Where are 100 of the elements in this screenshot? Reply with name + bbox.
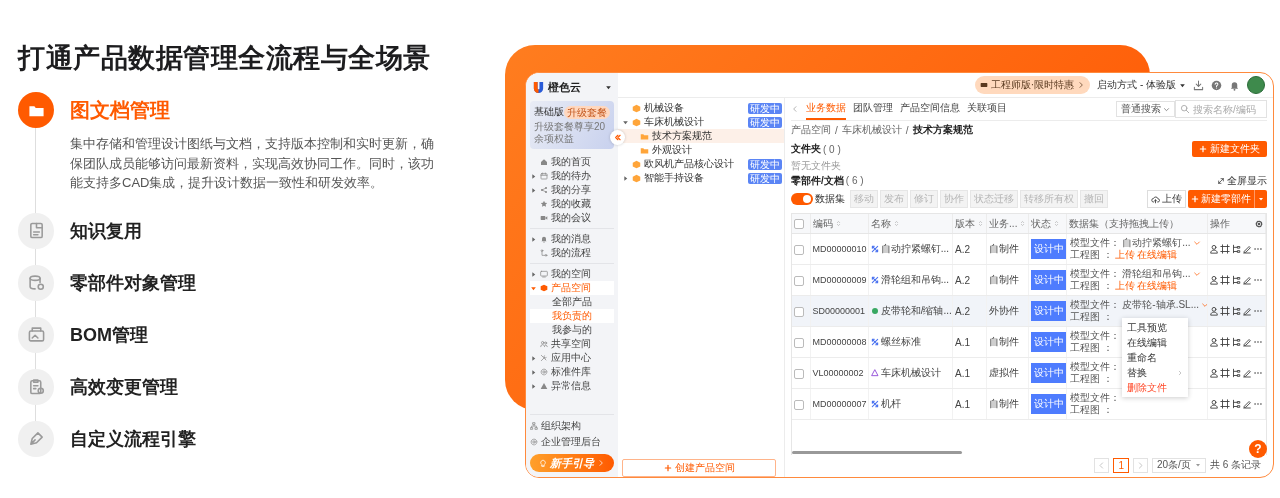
dataset-label: 模型文件： — [1070, 330, 1121, 342]
nav-item[interactable]: 组织架构 — [530, 419, 614, 433]
nav-item[interactable]: 我的流程 — [530, 246, 614, 260]
table-cell: A.2 — [952, 264, 987, 296]
table-cell: A.2 — [952, 233, 987, 265]
feature-description: 集中存储和管理设计图纸与文档，支持版本控制和实时更新，确保团队成员能够访问最新资料，实现高效协同工作。同时，该功能支持多CAD集成，提升设计数据一致性和研发效率。 — [70, 135, 435, 192]
page-size-dropdown[interactable]: 20条/页 — [1151, 457, 1206, 473]
plan-note: 升级套餐尊享20余项权益 — [534, 121, 607, 145]
nav-subitem[interactable]: 全部产品 — [530, 295, 614, 309]
tab[interactable]: 团队管理 — [853, 98, 893, 120]
dataset-label: 工程图 ： — [1070, 404, 1114, 416]
toggle-label: 数据集 — [815, 192, 845, 206]
column-header[interactable]: 名称 — [868, 214, 953, 234]
nav-item[interactable]: 我的待办 — [530, 169, 614, 183]
column-header[interactable]: 操作 — [1207, 214, 1266, 234]
upload-button[interactable]: 上传 — [1147, 190, 1186, 208]
status-badge: 设计中 — [1031, 363, 1066, 383]
status-badge: 设计中 — [1031, 239, 1066, 259]
nav-item[interactable]: 应用中心 — [530, 351, 614, 365]
feature-title[interactable]: 知识复用 — [70, 218, 500, 243]
search-mode-dropdown[interactable]: 普通搜索 — [1116, 101, 1175, 117]
dataset-label: 模型文件： — [1070, 361, 1121, 373]
nav-item[interactable]: 标准件库 — [530, 365, 614, 379]
plan-name: 基础版 — [534, 105, 564, 119]
dataset-label: 模型文件： — [1070, 268, 1121, 280]
search-field[interactable]: 搜索名称/编码 — [1175, 100, 1267, 118]
nav-item[interactable]: 异常信息 — [530, 379, 614, 393]
headline: 打通产品数据管理全流程与全场景 — [18, 42, 432, 75]
tree-item[interactable]: 外观设计 — [618, 143, 784, 157]
file-name[interactable]: 滑轮组和吊钩... — [1122, 268, 1191, 280]
file-name[interactable]: 皮带轮-轴承.SL... — [1122, 299, 1199, 311]
dataset-label: 工程图 ： — [1070, 311, 1114, 323]
tree-item[interactable]: 技术方案规范 — [618, 129, 784, 143]
dataset-label: 工程图 ： — [1070, 280, 1114, 292]
table-row[interactable]: MD00000009 滑轮组和吊钩... A.2 自制件 设计中 模型文件： 滑轮组和吊钩... 工程图 ： 上传 在线编辑 — [792, 264, 1266, 296]
brand-name: 橙色云 — [548, 79, 582, 95]
table-cell: 自制件 — [986, 388, 1029, 420]
nav-item[interactable]: 共享空间 — [530, 337, 614, 351]
menu-item[interactable]: 在线编辑 — [1122, 335, 1188, 350]
status-badge: 研发中 — [748, 102, 782, 114]
dataset-label: 工程图 ： — [1070, 342, 1114, 354]
upgrade-button[interactable]: 升级套餐 — [564, 105, 610, 119]
dataset-label: 工程图 ： — [1070, 373, 1114, 385]
column-header[interactable]: 状态 — [1028, 214, 1067, 234]
column-header[interactable]: 数据集（支持拖拽上传） — [1066, 214, 1208, 234]
part-name[interactable]: 螺丝标准 — [880, 335, 921, 349]
nav-item[interactable]: 我的分享 — [530, 183, 614, 197]
table-cell: SD00000001 — [810, 295, 869, 327]
table-row[interactable]: MD00000010 自动拧紧螺钉... A.2 自制件 设计中 模型文件： 自动拧紧螺钉... 工程图 ： 上传 在线编辑 — [792, 233, 1266, 265]
tab[interactable]: 产品空间信息 — [900, 98, 960, 120]
table-cell: 自制件 — [986, 326, 1029, 358]
table-cell: VL00000002 — [810, 357, 869, 389]
section-title: 文件夹 — [791, 142, 821, 156]
column-header[interactable]: 版本 — [952, 214, 987, 234]
nav-item[interactable]: 我的空间 — [530, 267, 614, 281]
table-cell: 虚拟件 — [986, 357, 1029, 389]
tree-item[interactable]: 车床机械设计 研发中 — [618, 115, 784, 129]
nav-item[interactable]: 我的首页 — [530, 155, 614, 169]
promo-button[interactable]: 工程师版·限时特惠 — [974, 76, 1091, 94]
status-badge: 设计中 — [1031, 394, 1066, 414]
fullscreen-button[interactable]: 全屏显示 — [1217, 173, 1267, 188]
nav-item[interactable]: 企业管理后台 — [530, 435, 614, 449]
nav-item[interactable]: 我的收藏 — [530, 197, 614, 211]
total-count: 共 6 条记录 — [1209, 458, 1261, 472]
tree-item[interactable]: 机械设备 研发中 — [618, 101, 784, 115]
table-cell: MD00000010 — [810, 233, 869, 265]
item-count: ( 0 ) — [823, 143, 841, 155]
nav-item[interactable]: 我的会议 — [530, 211, 614, 225]
breadcrumb-separator: / — [835, 124, 838, 136]
part-name[interactable]: 自动拧紧螺钉... — [880, 242, 950, 256]
section-title: 零部件/文档 — [791, 173, 844, 188]
part-name[interactable]: 车床机械设计 — [880, 366, 941, 380]
nav-item[interactable]: 我的消息 — [530, 232, 614, 246]
nav-subitem[interactable]: 我参与的 — [530, 323, 614, 337]
tree-item[interactable]: 欧风机产品核心设计 研发中 — [618, 157, 784, 171]
column-header[interactable]: 业务... — [986, 214, 1029, 234]
breadcrumb-item[interactable]: 产品空间 — [791, 123, 831, 137]
part-name[interactable]: 滑轮组和吊钩... — [880, 273, 950, 287]
breadcrumb-item[interactable]: 车床机械设计 — [841, 123, 902, 137]
feature-title[interactable]: 零部件对象管理 — [70, 270, 500, 295]
table-cell: MD00000008 — [810, 326, 869, 358]
feature-title[interactable]: 自定义流程引擎 — [70, 426, 500, 451]
part-name[interactable]: 机杆 — [880, 397, 901, 411]
feature-title[interactable]: 高效变更管理 — [70, 374, 500, 399]
file-name[interactable]: 自动拧紧螺钉... — [1122, 237, 1191, 249]
tab[interactable]: 关联项目 — [967, 98, 1007, 120]
tree-item[interactable]: 智能手持设备 研发中 — [618, 171, 784, 185]
empty-message: 暂无文件夹 — [791, 159, 842, 173]
menu-item[interactable]: 替换 — [1122, 365, 1188, 380]
column-header[interactable]: 编码 — [810, 214, 869, 234]
table-cell: A.1 — [952, 326, 987, 358]
status-badge: 研发中 — [748, 158, 782, 170]
breadcrumb-separator: / — [905, 124, 909, 136]
table-cell: MD00000009 — [810, 264, 869, 296]
item-count: ( 6 ) — [845, 175, 864, 186]
launch-mode-dropdown[interactable]: 启动方式 - 体验版 — [1097, 78, 1186, 92]
feature-title[interactable]: BOM管理 — [70, 322, 500, 347]
table-cell: A.1 — [952, 388, 987, 420]
table-cell: 自制件 — [986, 233, 1029, 265]
table-cell: 自制件 — [986, 264, 1029, 296]
